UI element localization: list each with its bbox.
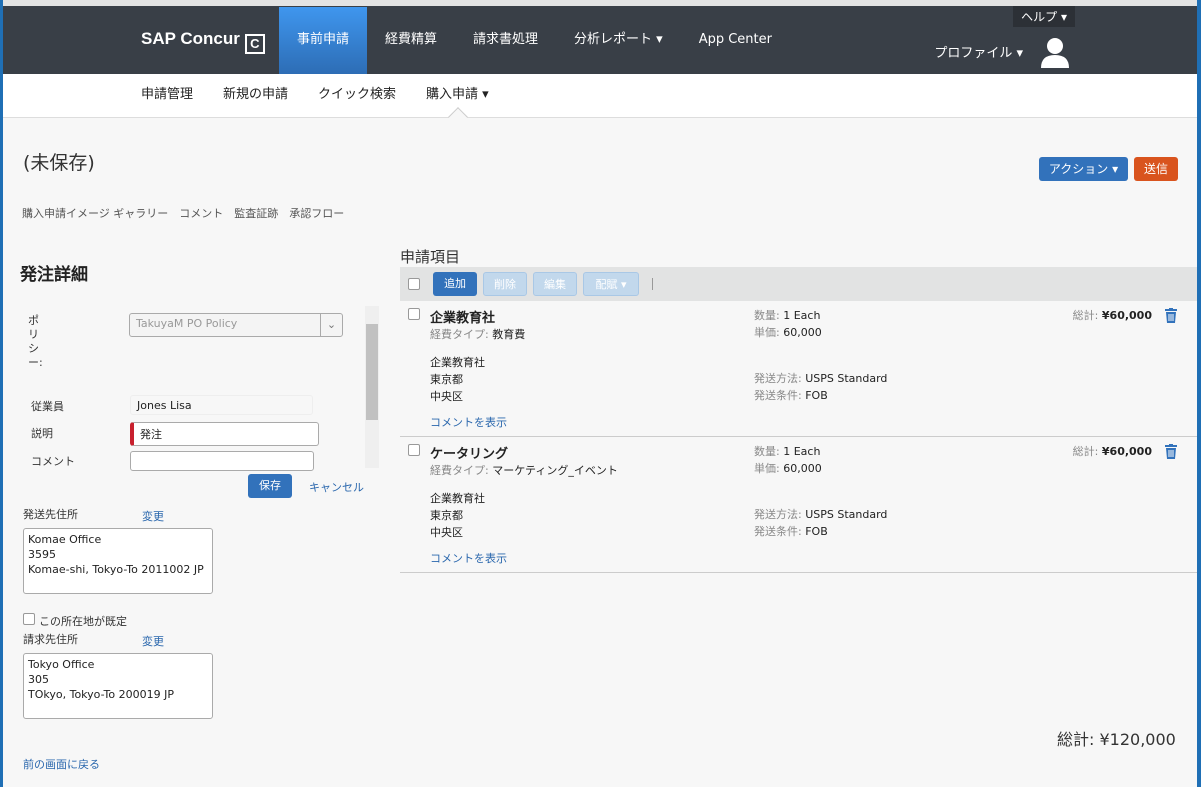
description-label: 説明 xyxy=(31,427,53,440)
cancel-link[interactable]: キャンセル xyxy=(309,479,364,495)
nav-app-center[interactable]: App Center xyxy=(681,7,790,74)
main-nav: 事前申請 経費精算 請求書処理 分析レポート ▾ App Center xyxy=(279,7,790,74)
subnav-new[interactable]: 新規の申請 xyxy=(223,74,288,117)
bill-address-box: Tokyo Office 305 TOkyo, Tokyo-To 200019 JP xyxy=(23,653,213,719)
subnav-manage[interactable]: 申請管理 xyxy=(141,74,193,117)
employee-field: Jones Lisa xyxy=(130,395,313,415)
vendor-address: 企業教育社 東京都 中央区 xyxy=(430,492,485,539)
qty-price: 数量: 1 Each 単価: 60,000 xyxy=(754,309,822,339)
section-heading: 発注詳細 xyxy=(20,265,88,285)
subnav-quick-search[interactable]: クイック検索 xyxy=(318,74,396,117)
chevron-down-icon: ⌄ xyxy=(320,314,342,336)
item-checkbox[interactable] xyxy=(408,444,420,456)
user-avatar-icon[interactable] xyxy=(1041,36,1069,68)
ship-address-label: 発送先住所 xyxy=(23,508,78,521)
sub-nav: 申請管理 新規の申請 クイック検索 購入申請 ▾ xyxy=(3,74,1197,118)
items-toolbar: 追加 削除 編集 配賦 ▾ xyxy=(400,267,1197,301)
nav-invoice[interactable]: 請求書処理 xyxy=(455,7,556,74)
back-link[interactable]: 前の画面に戻る xyxy=(23,756,100,772)
expense-type: 経費タイプ: 教育費 xyxy=(430,328,526,341)
item-name[interactable]: ケータリング xyxy=(430,443,508,462)
toolbar-divider xyxy=(652,278,653,290)
default-address-checkbox[interactable] xyxy=(23,613,35,625)
description-input[interactable]: 発注 xyxy=(130,422,319,446)
grand-total: 総計: ¥120,000 xyxy=(1057,730,1176,749)
item-checkbox[interactable] xyxy=(408,308,420,320)
default-address-label: この所在地が既定 xyxy=(39,615,127,628)
scrollbar-thumb[interactable] xyxy=(366,324,378,420)
action-button[interactable]: アクション ▾ xyxy=(1039,157,1128,181)
policy-label: ポ リ シ ー: xyxy=(28,314,43,369)
audit-link[interactable]: 監査証跡 xyxy=(234,205,278,221)
select-all-checkbox[interactable] xyxy=(408,278,420,290)
allocate-button[interactable]: 配賦 ▾ xyxy=(583,272,639,296)
comments-link[interactable]: コメント xyxy=(179,205,223,221)
bill-address-label: 請求先住所 xyxy=(23,633,78,646)
expense-type: 経費タイプ: マーケティング_イベント xyxy=(430,464,618,477)
help-menu[interactable]: ヘルプ ▾ xyxy=(1013,6,1075,27)
form-scrollbar[interactable] xyxy=(365,306,379,468)
policy-select[interactable]: TakuyaM PO Policy ⌄ xyxy=(129,313,343,337)
delete-button[interactable]: 削除 xyxy=(483,272,527,296)
save-button[interactable]: 保存 xyxy=(248,474,292,498)
add-button[interactable]: 追加 xyxy=(433,272,477,296)
edit-button[interactable]: 編集 xyxy=(533,272,577,296)
nav-expense[interactable]: 経費精算 xyxy=(367,7,455,74)
shipping-info: 発送方法: USPS Standard 発送条件: FOB xyxy=(754,372,888,402)
ship-address-box: Komae Office 3595 Komae-shi, Tokyo-To 2011… xyxy=(23,528,213,594)
page-title: (未保存) xyxy=(23,152,95,174)
comment-input[interactable] xyxy=(130,451,314,471)
nav-reports[interactable]: 分析レポート ▾ xyxy=(556,7,681,74)
line-item: ケータリング 経費タイプ: マーケティング_イベント 企業教育社 東京都 中央区 コ… xyxy=(400,437,1197,573)
profile-menu[interactable]: プロファイル ▾ xyxy=(934,42,1023,61)
show-comments-link[interactable]: コメントを表示 xyxy=(430,550,507,566)
trash-icon[interactable] xyxy=(1165,308,1177,323)
concur-logo-icon: C xyxy=(244,34,265,54)
sap-concur-logo[interactable]: SAP Concur C xyxy=(141,29,265,54)
ship-change-link[interactable]: 変更 xyxy=(142,508,164,524)
bill-change-link[interactable]: 変更 xyxy=(142,633,164,649)
comment-label: コメント xyxy=(31,455,75,468)
item-total: 総計: ¥60,000 xyxy=(1072,445,1152,458)
send-button[interactable]: 送信 xyxy=(1134,157,1178,181)
item-name[interactable]: 企業教育社 xyxy=(430,307,495,326)
shipping-info: 発送方法: USPS Standard 発送条件: FOB xyxy=(754,508,888,538)
items-heading: 申請項目 xyxy=(400,248,461,266)
qty-price: 数量: 1 Each 単価: 60,000 xyxy=(754,445,822,475)
app-window: SAP Concur C 事前申請 経費精算 請求書処理 分析レポート ▾ App… xyxy=(3,0,1197,787)
image-gallery-link[interactable]: 購入申請イメージ ギャラリー xyxy=(22,205,168,221)
show-comments-link[interactable]: コメントを表示 xyxy=(430,414,507,430)
vendor-address: 企業教育社 東京都 中央区 xyxy=(430,356,485,403)
page-links: 購入申請イメージ ギャラリー コメント 監査証跡 承認フロー xyxy=(22,205,344,221)
item-total: 総計: ¥60,000 xyxy=(1072,309,1152,322)
employee-label: 従業員 xyxy=(31,400,64,413)
top-bar: SAP Concur C 事前申請 経費精算 請求書処理 分析レポート ▾ App… xyxy=(3,6,1197,74)
nav-requests[interactable]: 事前申請 xyxy=(279,7,367,74)
trash-icon[interactable] xyxy=(1165,444,1177,459)
line-item: 企業教育社 経費タイプ: 教育費 企業教育社 東京都 中央区 コメントを表示 数量:… xyxy=(400,301,1197,437)
approval-flow-link[interactable]: 承認フロー xyxy=(289,205,344,221)
